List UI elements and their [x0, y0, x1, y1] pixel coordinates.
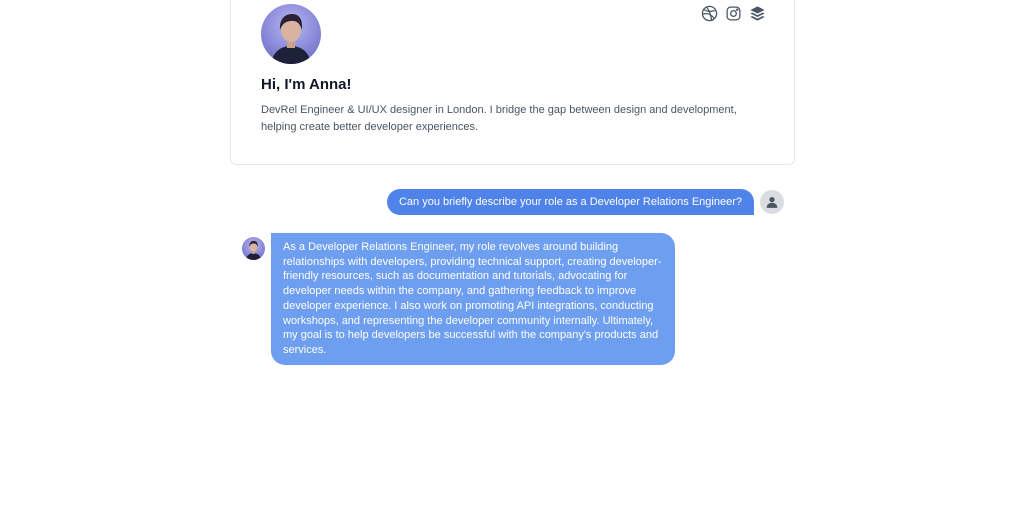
user-message-row: Can you briefly describe your role as a …: [386, 189, 784, 215]
profile-greeting: Hi, I'm Anna!: [261, 76, 352, 93]
social-links: [700, 4, 766, 22]
assistant-message-bubble: As a Developer Relations Engineer, my ro…: [271, 233, 675, 365]
instagram-icon[interactable]: [724, 4, 742, 22]
profile-bio: DevRel Engineer & UI/UX designer in Lond…: [261, 104, 737, 133]
user-avatar: [760, 190, 784, 214]
assistant-message-row: As a Developer Relations Engineer, my ro…: [242, 233, 675, 365]
user-message-bubble: Can you briefly describe your role as a …: [386, 189, 754, 215]
layers-icon[interactable]: [748, 4, 766, 22]
user-icon: [766, 197, 778, 208]
profile-avatar: [261, 4, 321, 64]
profile-card: Hi, I'm Anna! DevRel Engineer & UI/UX de…: [230, 0, 795, 165]
dribbble-icon[interactable]: [700, 4, 718, 22]
assistant-avatar: [242, 237, 265, 260]
